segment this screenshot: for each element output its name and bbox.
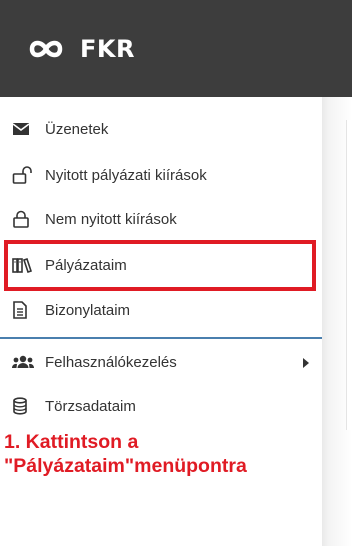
unlock-icon — [12, 165, 36, 185]
content-panel — [346, 120, 352, 430]
sidebar-item-nem-nyitott-kiirasok[interactable]: Nem nyitott kiírások — [0, 197, 322, 241]
instruction-line-2: "Pályázataim"menüpontra — [4, 455, 247, 477]
app-title[interactable]: FKR — [80, 35, 135, 63]
sidebar-item-uzenetek[interactable]: Üzenetek — [0, 107, 322, 151]
instruction-line-1: 1. Kattintson a — [4, 431, 139, 453]
envelope-icon — [12, 119, 36, 139]
infinity-logo-icon[interactable] — [26, 36, 66, 62]
sidebar-item-label: Nyitott pályázati kiírások — [45, 166, 207, 184]
sidebar-item-palyazataim[interactable]: Pályázataim — [0, 243, 322, 287]
sidebar-item-nyitott-kiirasok[interactable]: Nyitott pályázati kiírások — [0, 153, 322, 197]
app-header: FKR — [0, 0, 352, 97]
users-icon — [12, 352, 36, 372]
sidebar-item-label: Üzenetek — [45, 120, 109, 138]
sidebar-item-bizonylataim[interactable]: Bizonylataim — [0, 288, 322, 332]
document-icon — [12, 300, 36, 320]
caret-right-icon — [302, 356, 310, 373]
sidebar-item-label: Bizonylataim — [45, 301, 131, 319]
books-icon — [12, 255, 36, 275]
lock-icon — [12, 209, 36, 229]
sidebar-item-label: Felhasználókezelés — [45, 353, 177, 371]
sidebar-item-torzsadataim[interactable]: Törzsadataim — [0, 384, 322, 428]
sidebar-item-label: Pályázataim — [45, 256, 127, 274]
sidebar-divider — [0, 337, 322, 339]
database-icon — [12, 396, 36, 416]
instruction-annotation: 1. Kattintson a "Pályázataim"menüpontra — [4, 430, 352, 478]
sidebar-item-label: Törzsadataim — [45, 397, 136, 415]
sidebar-item-label: Nem nyitott kiírások — [45, 210, 177, 228]
sidebar-item-felhasznalokezeles[interactable]: Felhasználókezelés — [0, 340, 322, 384]
